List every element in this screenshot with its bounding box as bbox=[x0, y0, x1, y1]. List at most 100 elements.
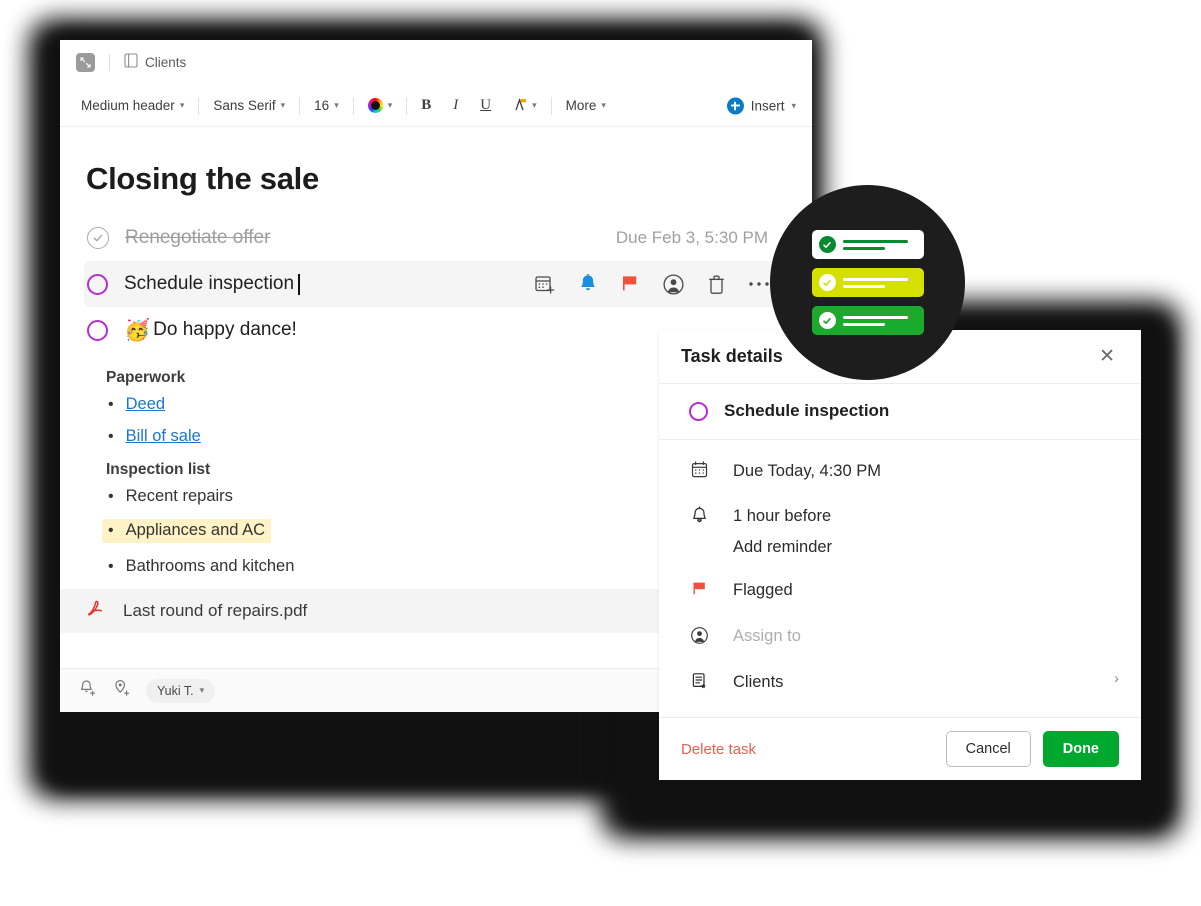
breadcrumb-document[interactable]: Clients bbox=[124, 52, 187, 73]
panel-row-text: Flagged bbox=[733, 581, 793, 600]
more-formatting-dropdown[interactable]: More ▾ bbox=[561, 95, 611, 116]
task-label-text: Do happy dance! bbox=[153, 319, 297, 340]
font-size-label: 16 bbox=[314, 98, 330, 113]
more-options-icon[interactable] bbox=[748, 280, 770, 288]
bell-icon bbox=[689, 505, 709, 524]
user-chip[interactable]: Yuki T. ▾ bbox=[146, 678, 216, 703]
list-item-text: Appliances and AC bbox=[125, 521, 266, 540]
trash-icon[interactable] bbox=[707, 273, 726, 295]
badge-card-lines bbox=[842, 239, 908, 250]
underline-button[interactable]: U bbox=[475, 94, 496, 117]
assign-person-icon[interactable] bbox=[662, 273, 685, 296]
list-item-text: Bathrooms and kitchen bbox=[125, 556, 295, 575]
link-deed[interactable]: Deed bbox=[126, 395, 165, 413]
done-button[interactable]: Done bbox=[1042, 731, 1119, 768]
badge-card bbox=[811, 268, 924, 297]
toolbar-divider bbox=[550, 96, 552, 115]
panel-row-text: Assign to bbox=[733, 627, 801, 646]
chevron-down-icon: ▾ bbox=[601, 100, 606, 110]
panel-row-text: 1 hour before bbox=[733, 507, 832, 526]
panel-title: Task details bbox=[681, 345, 783, 366]
paragraph-style-label: Medium header bbox=[81, 98, 175, 113]
task-row-selected[interactable]: Schedule inspection bbox=[84, 261, 788, 307]
list-item-highlighted: Appliances and AC bbox=[102, 519, 272, 543]
document-name: Clients bbox=[145, 55, 187, 70]
task-label: 🥳 Do happy dance! bbox=[124, 319, 297, 341]
task-row[interactable]: Renegotiate offer Due Feb 3, 5:30 PM bbox=[84, 215, 788, 261]
page-title: Closing the sale bbox=[86, 161, 319, 196]
panel-task-label: Schedule inspection bbox=[724, 401, 890, 421]
panel-body: Due Today, 4:30 PM 1 hour before Add rem… bbox=[659, 440, 1141, 718]
flag-icon bbox=[689, 579, 709, 598]
collapse-arrows-icon[interactable] bbox=[76, 53, 95, 72]
list-item-text: Recent repairs bbox=[125, 487, 233, 506]
checkbox-unchecked-icon[interactable] bbox=[689, 401, 708, 421]
font-family-label: Sans Serif bbox=[213, 98, 276, 113]
panel-row-assign[interactable]: Assign to bbox=[689, 625, 1119, 649]
plus-circle-icon bbox=[726, 97, 744, 114]
note-star-icon bbox=[689, 671, 709, 690]
check-circle-icon bbox=[818, 312, 836, 329]
task-row-actions bbox=[534, 273, 774, 296]
highlighter-icon bbox=[513, 97, 527, 115]
text-cursor bbox=[298, 273, 300, 295]
chevron-down-icon: ▾ bbox=[280, 100, 286, 110]
format-toolbar: Medium header ▾ Sans Serif ▾ 16 ▾ ▾ B I … bbox=[60, 85, 812, 127]
checkbox-checked-icon[interactable] bbox=[87, 227, 109, 249]
font-family-dropdown[interactable]: Sans Serif ▾ bbox=[208, 95, 290, 116]
party-face-emoji: 🥳 bbox=[124, 318, 151, 342]
insert-button[interactable]: Insert ▾ bbox=[726, 97, 796, 114]
add-reminder-link[interactable]: Add reminder bbox=[733, 538, 832, 557]
task-due-date: Due Feb 3, 5:30 PM bbox=[615, 228, 768, 247]
badge-card-lines bbox=[842, 315, 908, 326]
chevron-down-icon: ▾ bbox=[179, 100, 185, 110]
panel-row-due-date[interactable]: Due Today, 4:30 PM bbox=[689, 460, 1119, 484]
chevron-right-icon: › bbox=[1114, 670, 1119, 688]
bell-add-icon[interactable] bbox=[78, 678, 98, 703]
cancel-button[interactable]: Cancel bbox=[945, 731, 1031, 768]
task-label: Renegotiate offer bbox=[125, 227, 271, 248]
calendar-add-icon[interactable] bbox=[534, 273, 556, 295]
font-size-dropdown[interactable]: 16 ▾ bbox=[309, 95, 344, 116]
chevron-down-icon: ▾ bbox=[791, 100, 796, 110]
toolbar-divider bbox=[406, 96, 408, 115]
bell-icon[interactable] bbox=[578, 273, 598, 295]
calendar-icon bbox=[689, 460, 709, 478]
bold-button[interactable]: B bbox=[416, 94, 436, 117]
badge-card bbox=[811, 230, 924, 259]
check-circle-icon bbox=[818, 236, 836, 253]
text-color-icon bbox=[367, 98, 383, 113]
attachment-name: Last round of repairs.pdf bbox=[123, 600, 308, 620]
checkbox-unchecked-icon[interactable] bbox=[87, 273, 108, 295]
close-icon[interactable]: ✕ bbox=[1095, 343, 1119, 370]
panel-row-text: Due Today, 4:30 PM bbox=[733, 461, 881, 480]
panel-reminder-block: 1 hour before Add reminder bbox=[733, 505, 832, 557]
flag-icon[interactable] bbox=[620, 273, 640, 295]
panel-task-row[interactable]: Schedule inspection bbox=[659, 384, 1141, 440]
task-list-badge bbox=[770, 185, 965, 380]
link-bill-of-sale[interactable]: Bill of sale bbox=[126, 427, 201, 445]
paragraph-style-dropdown[interactable]: Medium header ▾ bbox=[76, 95, 189, 116]
task-label-editing[interactable]: Schedule inspection bbox=[124, 273, 300, 295]
italic-button[interactable]: I bbox=[448, 94, 463, 117]
insert-label: Insert bbox=[750, 98, 785, 113]
toolbar-divider bbox=[198, 96, 200, 115]
pdf-icon bbox=[86, 598, 105, 623]
document-icon bbox=[124, 52, 138, 73]
more-formatting-label: More bbox=[565, 98, 597, 113]
chevron-down-icon: ▾ bbox=[532, 100, 537, 110]
highlight-dropdown[interactable]: ▾ bbox=[508, 94, 542, 118]
panel-row-flag[interactable]: Flagged bbox=[689, 579, 1119, 603]
badge-card bbox=[811, 306, 924, 335]
panel-row-list[interactable]: Clients › bbox=[689, 671, 1119, 695]
delete-task-button[interactable]: Delete task bbox=[681, 741, 756, 758]
checkbox-unchecked-icon[interactable] bbox=[87, 319, 108, 341]
panel-row-text: Clients bbox=[733, 673, 784, 692]
location-add-icon[interactable] bbox=[112, 678, 132, 703]
assign-person-icon bbox=[689, 625, 709, 645]
user-name: Yuki T. bbox=[157, 683, 194, 698]
task-details-panel: Task details ✕ Schedule inspection Due T… bbox=[659, 330, 1141, 780]
panel-row-reminder[interactable]: 1 hour before Add reminder bbox=[689, 505, 1119, 557]
text-color-dropdown[interactable]: ▾ bbox=[363, 95, 398, 116]
titlebar: Clients bbox=[60, 40, 812, 85]
